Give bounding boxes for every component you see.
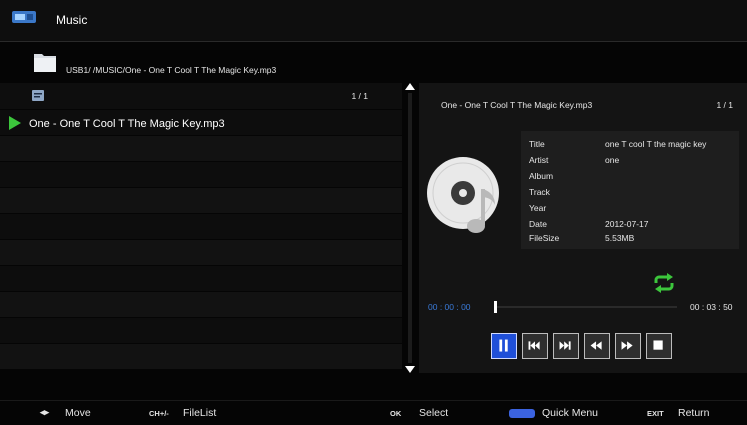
header-bar: Music	[0, 0, 747, 42]
meta-value: 5.53MB	[605, 233, 635, 243]
scroll-track[interactable]	[408, 93, 412, 363]
hint-filelist: FileList	[183, 407, 217, 419]
scroll-up-arrow-icon[interactable]	[405, 83, 415, 90]
rewind-icon	[590, 341, 602, 350]
list-item[interactable]	[0, 344, 402, 370]
meta-row-filesize: FileSize 5.53MB	[529, 233, 739, 249]
track-info-box: Title one T cool T the magic key Artist …	[521, 131, 739, 249]
stop-button[interactable]	[646, 333, 672, 359]
previous-track-icon	[528, 341, 540, 350]
list-item[interactable]: One - One T Cool T The Magic Key.mp3	[0, 110, 402, 136]
meta-key: Artist	[529, 155, 549, 165]
breadcrumb: USB1/ /MUSIC/One - One T Cool T The Magi…	[0, 45, 747, 81]
hint-return: Return	[678, 407, 710, 419]
next-track-button[interactable]	[553, 333, 579, 359]
list-item[interactable]	[0, 318, 402, 344]
list-item-label: One - One T Cool T The Magic Key.mp3	[29, 118, 225, 130]
hint-select: Select	[419, 407, 449, 419]
meta-row-title: Title one T cool T the magic key	[529, 139, 739, 155]
meta-row-track: Track	[529, 187, 739, 203]
fast-forward-icon	[621, 341, 633, 350]
pause-icon	[499, 339, 508, 352]
page-title: Music	[56, 13, 88, 27]
meta-key: FileSize	[529, 233, 560, 243]
fast-forward-button[interactable]	[615, 333, 641, 359]
progress-bar[interactable]	[494, 301, 677, 313]
list-item[interactable]	[0, 188, 402, 214]
pause-button[interactable]	[491, 333, 517, 359]
list-item[interactable]	[0, 266, 402, 292]
meta-row-album: Album	[529, 171, 739, 187]
rewind-button[interactable]	[584, 333, 610, 359]
next-track-icon	[559, 341, 571, 350]
meta-key: Date	[529, 219, 547, 229]
list-item[interactable]	[0, 292, 402, 318]
meta-row-artist: Artist one	[529, 155, 739, 171]
folder-icon	[34, 54, 56, 72]
file-list-page-indicator: 1 / 1	[351, 91, 368, 101]
hint-move: Move	[65, 407, 91, 419]
file-list-panel: 1 / 1 One - One T Cool T The Magic Key.m…	[0, 83, 402, 373]
music-file-icon	[32, 90, 44, 101]
hint-quick-menu: Quick Menu	[542, 407, 599, 419]
meta-value: one T cool T the magic key	[605, 139, 707, 149]
ok-key-label: OK	[390, 409, 402, 418]
exit-key-label: EXIT	[647, 409, 664, 418]
meta-key: Title	[529, 139, 545, 149]
channel-key-label: CH+/-	[149, 409, 169, 418]
meta-key: Album	[529, 171, 554, 181]
file-list-header: 1 / 1	[0, 83, 402, 109]
list-item[interactable]	[0, 162, 402, 188]
list-item[interactable]	[0, 240, 402, 266]
meta-value: 2012-07-17	[605, 219, 649, 229]
now-playing-panel: One - One T Cool T The Magic Key.mp3 1 /…	[419, 83, 747, 373]
blue-key-icon	[509, 409, 535, 418]
meta-key: Year	[529, 203, 547, 213]
meta-row-year: Year	[529, 203, 739, 219]
previous-track-button[interactable]	[522, 333, 548, 359]
now-playing-title: One - One T Cool T The Magic Key.mp3	[441, 100, 593, 110]
path-text: USB1/ /MUSIC/One - One T Cool T The Magi…	[66, 65, 277, 75]
play-indicator-icon	[9, 116, 21, 130]
now-playing-page-indicator: 1 / 1	[716, 100, 733, 110]
album-art-cd-icon	[427, 157, 499, 233]
file-list-scrollbar[interactable]	[403, 83, 417, 373]
meta-value: one	[605, 155, 620, 165]
meta-key: Track	[529, 187, 550, 197]
time-current: 00 : 00 : 00	[428, 302, 471, 312]
progress-knob[interactable]	[494, 301, 497, 313]
time-total: 00 : 03 : 50	[690, 302, 733, 312]
arrow-keys-icon: ◂▸	[40, 407, 50, 417]
file-list: One - One T Cool T The Magic Key.mp3	[0, 110, 402, 370]
usb-music-icon	[12, 11, 36, 23]
list-item[interactable]	[0, 136, 402, 162]
scroll-down-arrow-icon[interactable]	[405, 366, 415, 373]
stop-icon	[653, 340, 663, 350]
list-item[interactable]	[0, 214, 402, 240]
repeat-icon[interactable]	[652, 273, 676, 293]
footer-hints: ◂▸ Move CH+/- FileList OK Select Quick M…	[0, 400, 747, 425]
